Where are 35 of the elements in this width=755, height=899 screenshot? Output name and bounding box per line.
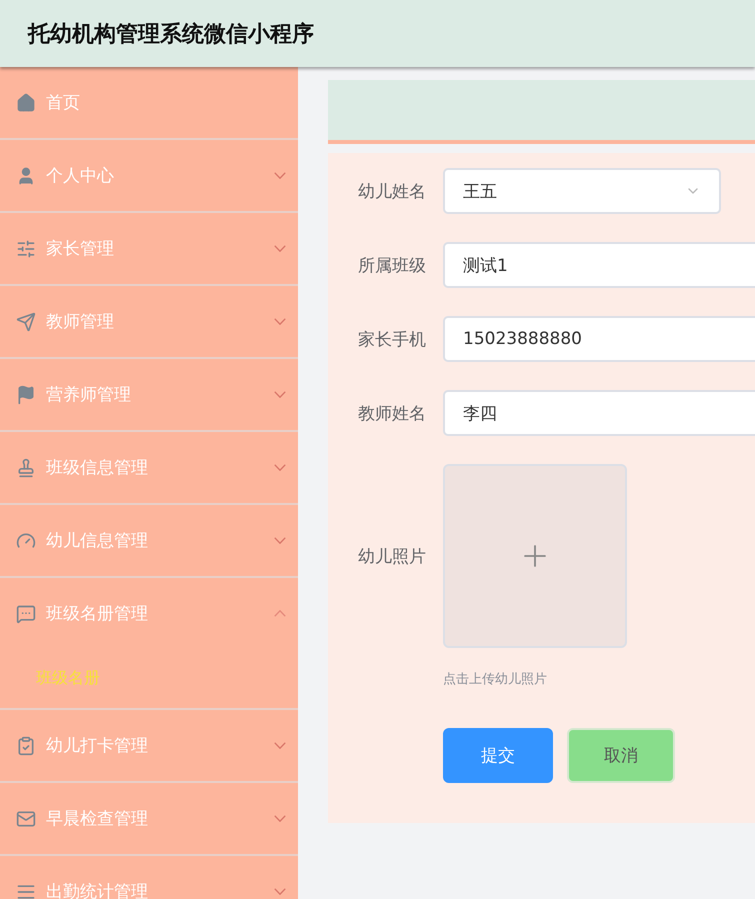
menu-item[interactable]: 早晨检查管理 — [46, 807, 274, 830]
menu-item[interactable]: 班级名册管理 — [46, 602, 274, 625]
stamp-icon — [16, 458, 36, 478]
field-label: 家长手机 — [358, 328, 427, 350]
sliders-icon — [16, 238, 36, 258]
gauge-icon — [16, 530, 36, 550]
submenu-item[interactable]: 班级名册 — [16, 649, 286, 708]
input-field[interactable]: 测试1 — [443, 242, 755, 288]
app-title: 托幼机构管理系统微信小程序 — [28, 20, 314, 48]
menu-item[interactable]: 班级信息管理 — [46, 456, 274, 479]
menu-item[interactable]: 教师管理 — [46, 310, 274, 333]
home-icon — [16, 92, 36, 112]
menu-item[interactable]: 幼儿打卡管理 — [46, 734, 274, 757]
field-label: 幼儿照片 — [358, 546, 427, 568]
cancel-button[interactable]: 取消 — [567, 728, 675, 783]
menu-item[interactable]: 个人中心 — [46, 164, 274, 187]
select-field[interactable]: 王五 — [443, 168, 721, 214]
field-label: 所属班级 — [358, 254, 427, 276]
menu-item[interactable]: 出勤统计管理 — [46, 880, 274, 899]
submit-button[interactable]: 提交 — [443, 728, 553, 783]
paper-plane-icon — [16, 312, 36, 332]
clipboard-check-icon — [16, 736, 36, 756]
flag-icon — [16, 384, 36, 404]
input-field[interactable]: 15023888880 — [443, 316, 755, 362]
input-field[interactable]: 李四 — [443, 390, 755, 436]
field-label: 幼儿姓名 — [358, 180, 427, 202]
upload-box[interactable] — [443, 464, 627, 648]
menu-item[interactable]: 家长管理 — [46, 237, 274, 260]
menu-item[interactable]: 幼儿信息管理 — [46, 529, 274, 552]
menu-item[interactable]: 营养师管理 — [46, 383, 274, 406]
mail-icon — [16, 808, 36, 828]
upload-hint: 点击上传幼儿照片 — [443, 671, 548, 688]
field-label: 教师姓名 — [358, 402, 427, 424]
chat-icon — [16, 604, 36, 624]
menu-item[interactable]: 首页 — [46, 91, 286, 114]
